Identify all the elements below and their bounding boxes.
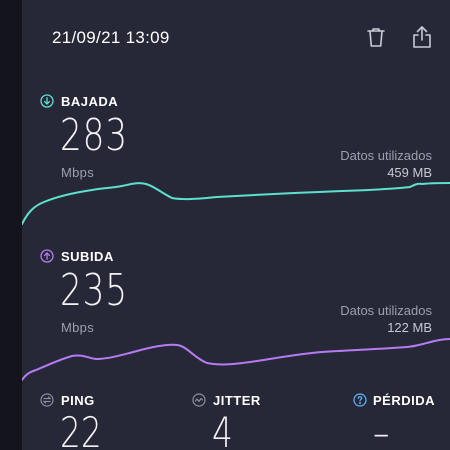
header: 21/09/21 13:09 [22,0,450,72]
ping-label: PING [61,393,95,408]
download-speed-line [22,182,450,225]
ping-value: 22 [60,408,102,450]
share-icon[interactable] [409,24,435,50]
upload-speed: 235 [60,265,128,316]
trash-icon[interactable] [363,24,389,50]
upload-graph [22,330,450,385]
result-screen: 21/09/21 13:09 BAJADA 283 Mbps Datos uti… [22,0,450,450]
loss-label: PÉRDIDA [373,393,436,408]
download-speed: 283 [60,110,128,161]
download-label: BAJADA [61,94,119,109]
download-data-used-label: Datos utilizados [340,148,432,163]
upload-speed-line [22,338,450,381]
jitter-value: 4 [212,408,233,450]
jitter-icon [192,393,206,407]
arrow-up-circle-icon [40,249,54,263]
jitter-label: JITTER [213,393,261,408]
upload-data-used-label: Datos utilizados [340,303,432,318]
ping-icon [40,393,54,407]
test-timestamp: 21/09/21 13:09 [52,28,170,47]
download-graph [22,170,450,230]
loss-value: – [373,408,390,450]
arrow-down-circle-icon [40,94,54,108]
upload-label: SUBIDA [61,249,114,264]
question-circle-icon[interactable] [353,393,367,407]
